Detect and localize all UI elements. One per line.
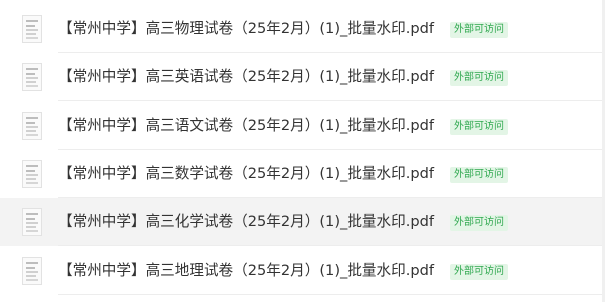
external-access-badge: 外部可访问 [450, 264, 508, 280]
pdf-file-thumbnail-icon [22, 257, 42, 285]
row-divider [58, 294, 605, 295]
file-list: 【常州中学】高三物理试卷（25年2月）(1)_批量水印.pdf 外部可访问 【常… [0, 0, 605, 302]
file-name[interactable]: 【常州中学】高三化学试卷（25年2月）(1)_批量水印.pdf [58, 211, 434, 233]
pdf-file-thumbnail-icon [22, 15, 42, 43]
external-access-badge: 外部可访问 [450, 70, 508, 86]
pdf-file-thumbnail-icon [22, 208, 42, 236]
external-access-badge: 外部可访问 [450, 215, 508, 231]
file-name[interactable]: 【常州中学】高三英语试卷（25年2月）(1)_批量水印.pdf [58, 66, 434, 88]
file-row[interactable]: 【常州中学】高三英语试卷（25年2月）(1)_批量水印.pdf 外部可访问 [0, 53, 605, 101]
file-name[interactable]: 【常州中学】高三数学试卷（25年2月）(1)_批量水印.pdf [58, 163, 434, 185]
external-access-badge: 外部可访问 [450, 119, 508, 135]
pdf-file-thumbnail-icon [22, 63, 42, 91]
external-access-badge: 外部可访问 [450, 167, 508, 183]
file-row[interactable]: 【常州中学】高三地理试卷（25年2月）(1)_批量水印.pdf 外部可访问 [0, 247, 605, 295]
file-row[interactable]: 【常州中学】高三数学试卷（25年2月）(1)_批量水印.pdf 外部可访问 [0, 150, 605, 198]
file-name[interactable]: 【常州中学】高三语文试卷（25年2月）(1)_批量水印.pdf [58, 115, 434, 137]
pdf-file-thumbnail-icon [22, 112, 42, 140]
file-name[interactable]: 【常州中学】高三地理试卷（25年2月）(1)_批量水印.pdf [58, 260, 434, 282]
file-row[interactable]: 【常州中学】高三语文试卷（25年2月）(1)_批量水印.pdf 外部可访问 [0, 102, 605, 150]
external-access-badge: 外部可访问 [450, 22, 508, 38]
row-divider [58, 245, 605, 246]
file-row-hovered[interactable]: 【常州中学】高三化学试卷（25年2月）(1)_批量水印.pdf 外部可访问 [0, 198, 605, 246]
pdf-file-thumbnail-icon [22, 160, 42, 188]
file-row[interactable]: 【常州中学】高三物理试卷（25年2月）(1)_批量水印.pdf 外部可访问 [0, 5, 605, 53]
file-name[interactable]: 【常州中学】高三物理试卷（25年2月）(1)_批量水印.pdf [58, 18, 434, 40]
row-divider [58, 100, 605, 101]
